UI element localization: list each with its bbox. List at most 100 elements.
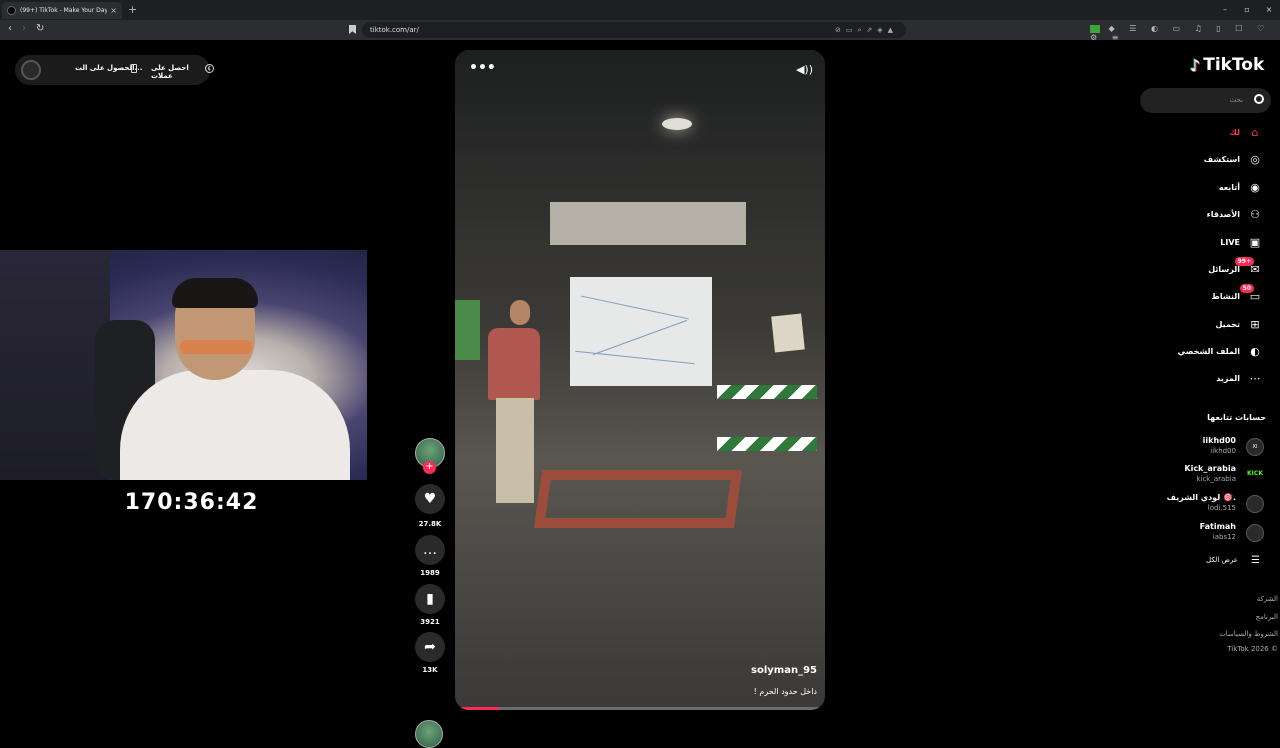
sidebar-item-2[interactable]: ◉ أتابعه [1150, 180, 1268, 200]
url-text: tiktok.com/ar/ [370, 26, 419, 34]
following-handle: lodi.515 [1207, 504, 1236, 512]
sidebar-item-0[interactable]: ⌂ لك [1150, 125, 1268, 145]
browser-toolbar: ‹ › ↻ tiktok.com/ar/ ⊘▭⌕⇗◈▲ [0, 20, 1280, 40]
address-bar[interactable]: tiktok.com/ar/ ⊘▭⌕⇗◈▲ [362, 22, 906, 38]
minimize-button[interactable]: – [1214, 0, 1236, 20]
ceiling-lamp [662, 118, 692, 130]
forward-icon[interactable]: › [22, 23, 26, 34]
back-icon[interactable]: ‹ [8, 23, 12, 34]
footer-program[interactable]: البرنامج [1256, 613, 1278, 621]
sidebar-item-7[interactable]: ⊞ تحميل [1150, 317, 1268, 337]
webcam-overlay [0, 250, 367, 480]
wall-board [550, 202, 746, 245]
sidebar-item-8[interactable]: ◐ الملف الشخصي [1150, 344, 1268, 364]
promo-bar: الحصول على الت... احصل على عملات ¢ [15, 55, 214, 85]
more-icon: ⋯ [1249, 372, 1261, 385]
maximize-button[interactable]: ▫ [1236, 0, 1258, 20]
barrier [717, 375, 817, 465]
more-options-icon[interactable]: ••• [469, 60, 496, 76]
sidebar-item-label: المزيد [1216, 374, 1240, 383]
green-panel [455, 300, 480, 360]
sidebar-item-label: تحميل [1215, 320, 1240, 329]
following-name: Fatimah [1199, 522, 1236, 531]
video-player[interactable]: ••• ◀)) solyman_95 داخل حدود الحرم ! [455, 50, 825, 710]
share-button[interactable]: ➦ [415, 632, 445, 662]
avatar[interactable] [21, 60, 41, 80]
video-progress-fill [455, 707, 500, 710]
sidebar-item-3[interactable]: ⚇ الأصدقاء [1150, 207, 1268, 227]
bookmark-count: 3921 [420, 618, 440, 626]
home-icon: ⌂ [1251, 126, 1259, 139]
address-bar-icons[interactable]: ⊘▭⌕⇗◈▲ [835, 22, 898, 38]
music-avatar[interactable] [415, 720, 443, 748]
search-input[interactable]: بحث [1140, 88, 1271, 113]
sidebar-item-5[interactable]: ✉ الرسائل 99+ [1150, 257, 1268, 282]
live-icon: ▣ [1249, 236, 1261, 249]
following-handle: kick_arabia [1196, 475, 1236, 483]
footer-terms[interactable]: الشروط والسياسات [1219, 630, 1278, 638]
streamer-body [120, 370, 350, 480]
sidebar-item-9[interactable]: ⋯ المزيد [1150, 371, 1268, 391]
window-controls: – ▫ × [1214, 0, 1280, 20]
tiktok-page: الحصول على الت... احصل على عملات ¢ 170:3… [0, 40, 1280, 748]
following-name: لودي الشريف 🎯. [1166, 493, 1236, 502]
sidebar-item-label: أتابعه [1218, 183, 1240, 192]
like-button[interactable]: ♥ [415, 484, 445, 514]
video-person [488, 300, 540, 510]
notification-badge: 50 [1239, 284, 1254, 293]
video-username[interactable]: solyman_95 [751, 665, 817, 676]
list-icon: ☰ [1251, 555, 1260, 566]
see-all-label: عرض الكل [1206, 556, 1238, 564]
browser-tab[interactable]: (99+) TikTok - Make Your Day × [2, 2, 122, 19]
avatar: XI [1246, 438, 1264, 456]
footer-company[interactable]: الشركة [1257, 595, 1278, 603]
speaker-icon[interactable]: ◀)) [796, 63, 813, 76]
map-poster [570, 277, 712, 386]
following-item[interactable]: iikhd00 iikhd00 XI [1150, 436, 1268, 462]
video-progress-bar[interactable] [455, 707, 825, 710]
browser-tab-bar: (99+) TikTok - Make Your Day × + – ▫ × [0, 0, 1280, 20]
following-name: Kick_arabia [1184, 464, 1236, 473]
share-count: 13K [422, 666, 438, 674]
streamer-hair [172, 278, 258, 308]
following-item[interactable]: Fatimah iabs12 [1150, 522, 1268, 548]
tab-title: (99+) TikTok - Make Your Day [20, 7, 108, 14]
sidebar-item-label: الرسائل [1208, 265, 1240, 274]
bookmark-button[interactable]: ▮ [415, 584, 445, 614]
avatar: KICK [1246, 466, 1264, 484]
reload-icon[interactable]: ↻ [36, 23, 44, 34]
following-avatar-icon: ◉ [1250, 181, 1260, 194]
sidebar-item-label: LIVE [1220, 238, 1240, 247]
profile-icon: ◐ [1250, 345, 1260, 358]
sidebar-item-1[interactable]: ◎ استكشف [1150, 152, 1268, 172]
extension-icon[interactable] [1090, 24, 1100, 33]
following-title: حسابات تتابعها [1207, 413, 1266, 422]
follow-plus-icon[interactable]: + [423, 461, 436, 474]
tab-close-icon[interactable]: × [110, 6, 117, 15]
search-icon[interactable] [1254, 94, 1264, 104]
sidebar-item-6[interactable]: ▭ النشاط 50 [1150, 284, 1268, 309]
tiktok-favicon-icon [7, 6, 16, 15]
compass-icon: ◎ [1250, 153, 1260, 166]
see-all-button[interactable]: عرض الكل ☰ [1150, 555, 1268, 569]
logo-text: TikTok [1203, 55, 1265, 75]
close-window-button[interactable]: × [1258, 0, 1280, 20]
tiktok-logo[interactable]: ♪ TikTok [1190, 55, 1264, 75]
phone-icon [131, 64, 137, 73]
following-item[interactable]: لودي الشريف 🎯. lodi.515 [1150, 493, 1268, 519]
sidebar-item-label: الأصدقاء [1206, 210, 1240, 219]
comment-button[interactable]: … [415, 535, 445, 565]
friends-icon: ⚇ [1250, 208, 1260, 221]
webcam-background [0, 250, 110, 480]
sidebar-item-label: النشاط [1211, 292, 1240, 301]
following-handle: iikhd00 [1210, 447, 1236, 455]
following-item[interactable]: Kick_arabia kick_arabia KICK [1150, 464, 1268, 490]
avatar [1246, 524, 1264, 542]
get-coins-link[interactable]: احصل على عملات [151, 64, 210, 80]
bookmark-icon[interactable] [349, 25, 356, 34]
like-count: 27.8K [418, 520, 442, 528]
sidebar-item-4[interactable]: ▣ LIVE [1150, 235, 1268, 255]
new-tab-button[interactable]: + [128, 3, 137, 16]
coin-icon: ¢ [205, 64, 214, 73]
following-name: iikhd00 [1202, 436, 1236, 445]
